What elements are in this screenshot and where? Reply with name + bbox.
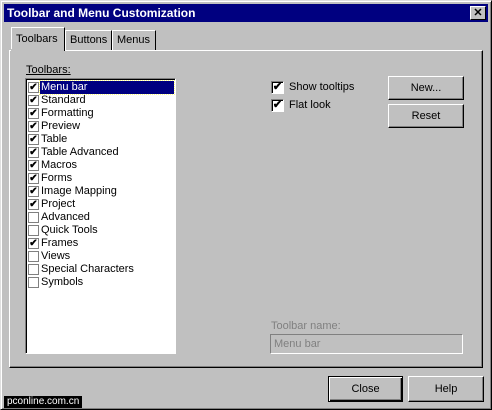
tab-toolbars[interactable]: Toolbars	[11, 27, 65, 51]
tab-panel	[9, 50, 483, 368]
close-icon[interactable]: ✕	[470, 6, 486, 20]
close-button-label: Close	[351, 383, 380, 395]
help-button[interactable]: Help	[408, 376, 484, 402]
tab-menus-label: Menus	[117, 34, 151, 46]
tab-buttons[interactable]: Buttons	[65, 30, 112, 50]
title-bar[interactable]: Toolbar and Menu Customization ✕	[4, 4, 488, 22]
tab-menus[interactable]: Menus	[112, 30, 156, 50]
tab-toolbars-label: Toolbars	[16, 33, 58, 45]
tab-buttons-label: Buttons	[70, 34, 108, 46]
help-button-label: Help	[434, 383, 458, 395]
watermark-text: pconline.com.cn	[4, 396, 83, 408]
window-title: Toolbar and Menu Customization	[7, 6, 196, 20]
close-button[interactable]: Close	[328, 376, 403, 402]
